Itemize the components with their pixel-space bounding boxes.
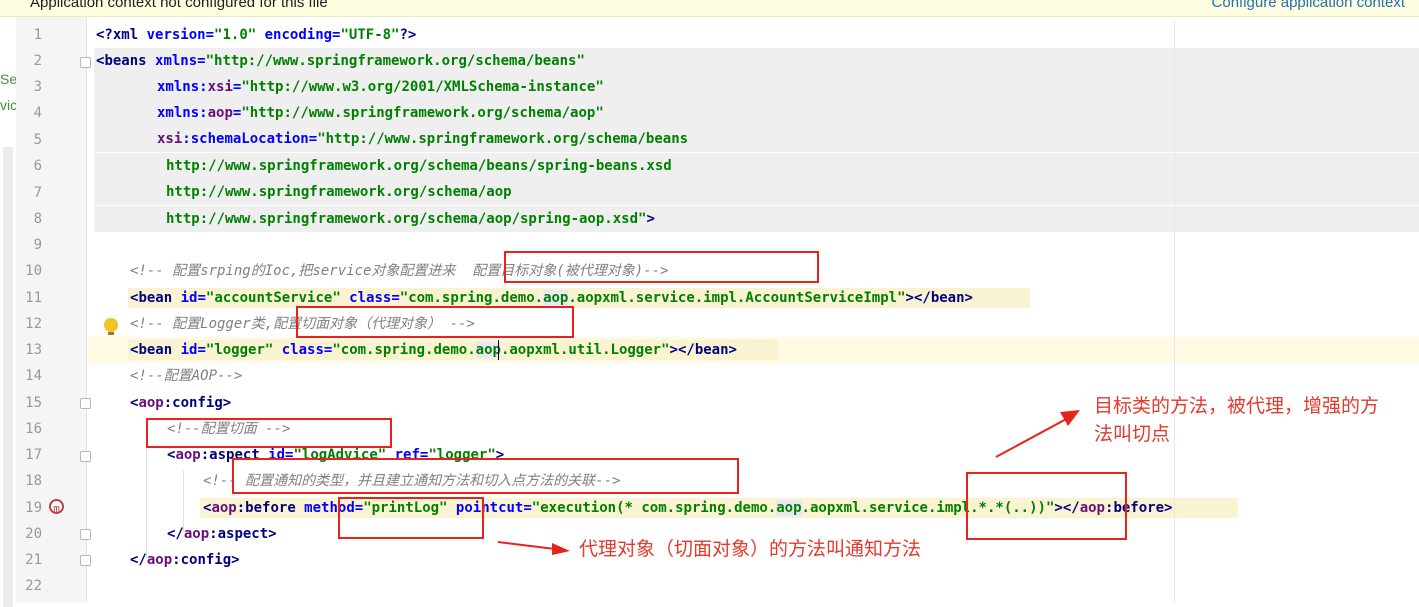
arrow-head-pointcut — [1060, 410, 1080, 426]
arrow-head-advice — [552, 543, 570, 555]
arrow-line-advice — [497, 541, 556, 550]
pointcut-note-line: 法叫切点 — [1094, 424, 1171, 445]
arrow-line-pointcut — [995, 416, 1071, 458]
advice-note: 代理对象（切面对象）的方法叫通知方法 — [579, 539, 922, 560]
pointcut-note-line: 目标类的方法，被代理，增强的方 — [1094, 396, 1380, 417]
annotation-arrows — [497, 410, 1080, 555]
pointcut-note: 目标类的方法，被代理，增强的方 法叫切点 — [1094, 393, 1414, 449]
